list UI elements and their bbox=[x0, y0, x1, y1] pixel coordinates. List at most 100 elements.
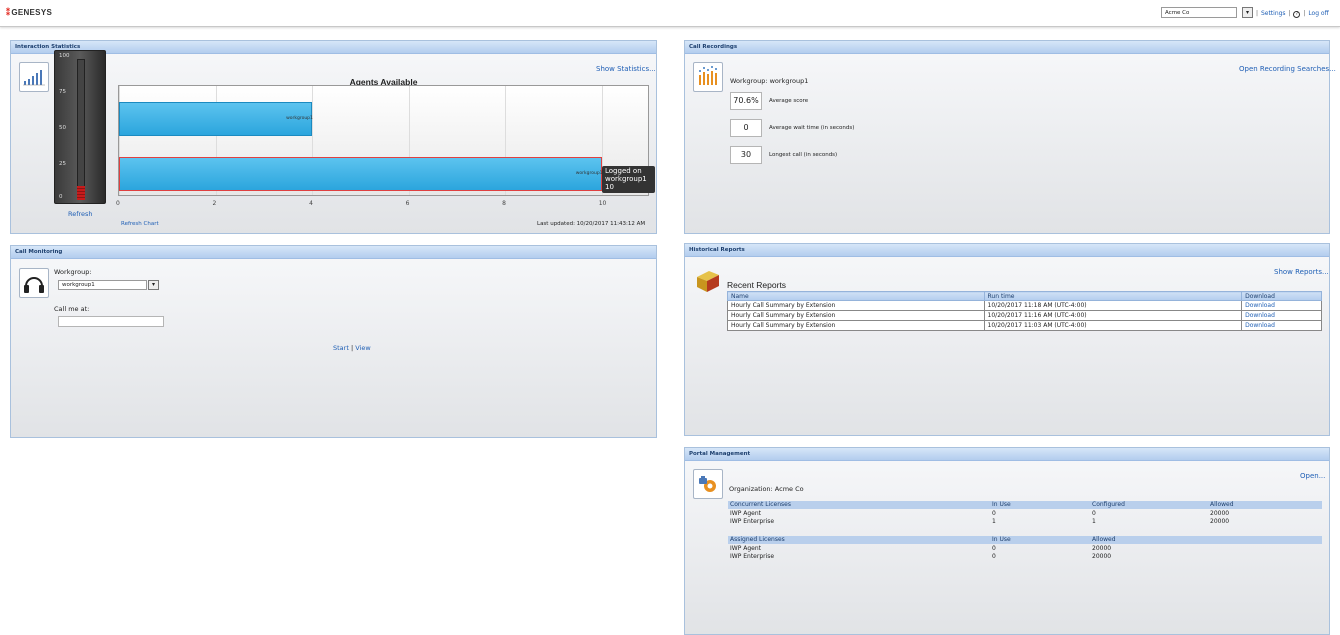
average-score-value: 70.6% bbox=[730, 92, 762, 110]
license-row: IWP Enterprise 1 1 20000 bbox=[728, 518, 1322, 526]
refresh-chart-link[interactable]: Refresh Chart bbox=[121, 221, 159, 227]
gauge-tick: 25 bbox=[59, 161, 66, 167]
license-name: IWP Enterprise bbox=[730, 518, 775, 525]
historical-reports-panel: Historical Reports bbox=[684, 243, 1330, 436]
workgroup-label: Workgroup: bbox=[54, 268, 92, 276]
start-link[interactable]: Start bbox=[333, 344, 349, 352]
top-bar: ⁑GENESYS Acme Co ▾ | Settings | ? | Log … bbox=[0, 0, 1340, 27]
col-download: Download bbox=[1241, 291, 1322, 301]
report-name: Hourly Call Summary by Extension bbox=[727, 300, 985, 311]
panel-title: Interaction Statistics bbox=[11, 41, 656, 54]
license-row: IWP Enterprise 0 20000 bbox=[728, 553, 1322, 561]
license-in-use: 0 bbox=[992, 545, 996, 552]
gauge-fill bbox=[77, 186, 85, 200]
license-in-use: 1 bbox=[992, 518, 996, 525]
x-tick-label: 4 bbox=[309, 200, 313, 207]
chevron-down-icon[interactable]: ▾ bbox=[1242, 7, 1253, 18]
col-name: Name bbox=[727, 291, 985, 301]
x-tick-label: 6 bbox=[405, 200, 410, 207]
bar-label: workgroup1 bbox=[575, 171, 603, 177]
longest-call-label: Longest call (in seconds) bbox=[769, 152, 838, 158]
chart-tooltip: Logged on workgroup1 10 bbox=[602, 166, 655, 193]
panel-title: Call Monitoring bbox=[11, 246, 656, 259]
license-row: IWP Agent 0 20000 bbox=[728, 545, 1322, 553]
show-statistics-link[interactable]: Show Statistics... bbox=[596, 65, 656, 73]
view-link[interactable]: View bbox=[355, 344, 370, 352]
panel-title: Call Recordings bbox=[685, 41, 1329, 54]
settings-link[interactable]: Settings bbox=[1261, 10, 1286, 17]
genesys-logo: ⁑GENESYS bbox=[6, 8, 53, 17]
report-run-time: 10/20/2017 11:03 AM (UTC-4:00) bbox=[983, 320, 1243, 331]
license-configured: 0 bbox=[1092, 510, 1096, 517]
recordings-icon bbox=[693, 62, 723, 92]
x-tick-label: 8 bbox=[502, 200, 506, 207]
refresh-link[interactable]: Refresh bbox=[68, 210, 93, 218]
gauge-tube bbox=[77, 59, 85, 199]
license-allowed: 20000 bbox=[1092, 553, 1112, 560]
call-me-input[interactable] bbox=[58, 316, 164, 327]
workgroup-select[interactable]: workgroup1 bbox=[58, 280, 147, 290]
open-recording-searches-link[interactable]: Open Recording Searches... bbox=[1239, 65, 1336, 73]
organization-text: Organization: Acme Co bbox=[729, 485, 804, 493]
longest-call-value: 30 bbox=[730, 146, 762, 164]
open-portal-link[interactable]: Open... bbox=[1300, 472, 1325, 480]
average-wait-label: Average wait time (in seconds) bbox=[769, 125, 855, 131]
average-score-label: Average score bbox=[769, 98, 809, 104]
show-reports-link[interactable]: Show Reports... bbox=[1274, 268, 1329, 276]
tooltip-line: 10 bbox=[605, 183, 614, 191]
license-allowed: 20000 bbox=[1210, 510, 1230, 517]
license-row: IWP Agent 0 0 20000 bbox=[728, 510, 1322, 518]
reports-icon bbox=[693, 265, 723, 295]
recordings-workgroup: Workgroup: workgroup1 bbox=[730, 77, 809, 85]
recent-reports-heading: Recent Reports bbox=[727, 280, 787, 290]
agents-available-chart: workgroup1 workgroup1 bbox=[118, 85, 649, 196]
license-allowed: 20000 bbox=[1210, 518, 1230, 525]
license-name: IWP Agent bbox=[730, 510, 761, 517]
x-tick-label: 10 bbox=[598, 200, 607, 207]
agents-gauge: 100 75 50 25 0 bbox=[54, 50, 106, 204]
call-recordings-panel: Call Recordings bbox=[684, 40, 1330, 234]
average-wait-value: 0 bbox=[730, 119, 762, 137]
x-tick-label: 0 bbox=[116, 200, 120, 207]
help-icon[interactable]: ? bbox=[1293, 11, 1301, 18]
bar[interactable] bbox=[119, 157, 602, 192]
license-in-use: 0 bbox=[992, 510, 996, 517]
download-link[interactable]: Download bbox=[1245, 302, 1275, 309]
tooltip-line: workgroup1 bbox=[605, 175, 647, 183]
chevron-down-icon[interactable]: ▾ bbox=[148, 280, 159, 290]
tenant-select[interactable]: Acme Co bbox=[1161, 7, 1237, 18]
license-in-use: 0 bbox=[992, 553, 996, 560]
report-name: Hourly Call Summary by Extension bbox=[727, 320, 985, 331]
col-allowed: Allowed bbox=[1092, 536, 1116, 543]
logoff-link[interactable]: Log off bbox=[1308, 10, 1328, 17]
recent-reports-table: Name Run time Download Hourly Call Summa… bbox=[727, 291, 1322, 331]
statistics-icon bbox=[19, 62, 49, 92]
call-me-label: Call me at: bbox=[54, 305, 90, 313]
col-in-use: In Use bbox=[992, 536, 1011, 543]
bar[interactable] bbox=[119, 101, 313, 136]
x-tick-label: 2 bbox=[212, 200, 217, 207]
panel-title: Historical Reports bbox=[685, 244, 1329, 257]
gauge-tick: 100 bbox=[59, 53, 70, 59]
license-name: IWP Enterprise bbox=[730, 553, 775, 560]
col-in-use: In Use bbox=[992, 501, 1011, 508]
download-link[interactable]: Download bbox=[1245, 312, 1275, 319]
action-separator: | bbox=[350, 344, 354, 352]
report-run-time: 10/20/2017 11:18 AM (UTC-4:00) bbox=[983, 300, 1243, 311]
panel-title: Portal Management bbox=[685, 448, 1329, 461]
call-monitoring-panel: Call Monitoring bbox=[10, 245, 657, 438]
table-row: Hourly Call Summary by Extension 10/20/2… bbox=[727, 310, 1322, 321]
report-name: Hourly Call Summary by Extension bbox=[727, 310, 985, 321]
headset-icon bbox=[19, 268, 49, 298]
concurrent-licenses-header: Concurrent Licenses In Use Configured Al… bbox=[728, 501, 1322, 509]
assigned-licenses-header: Assigned Licenses In Use Allowed bbox=[728, 536, 1322, 544]
col-configured: Configured bbox=[1092, 501, 1125, 508]
col-license: Concurrent Licenses bbox=[730, 501, 791, 508]
top-links: | Settings | ? | Log off bbox=[1256, 10, 1329, 18]
col-license: Assigned Licenses bbox=[730, 536, 785, 543]
table-header-row: Name Run time Download bbox=[727, 291, 1322, 301]
download-link[interactable]: Download bbox=[1245, 322, 1275, 329]
bar-label: workgroup1 bbox=[286, 115, 313, 121]
last-updated-text: Last updated: 10/20/2017 11:43:12 AM bbox=[537, 221, 646, 227]
gauge-tick: 75 bbox=[59, 89, 66, 95]
